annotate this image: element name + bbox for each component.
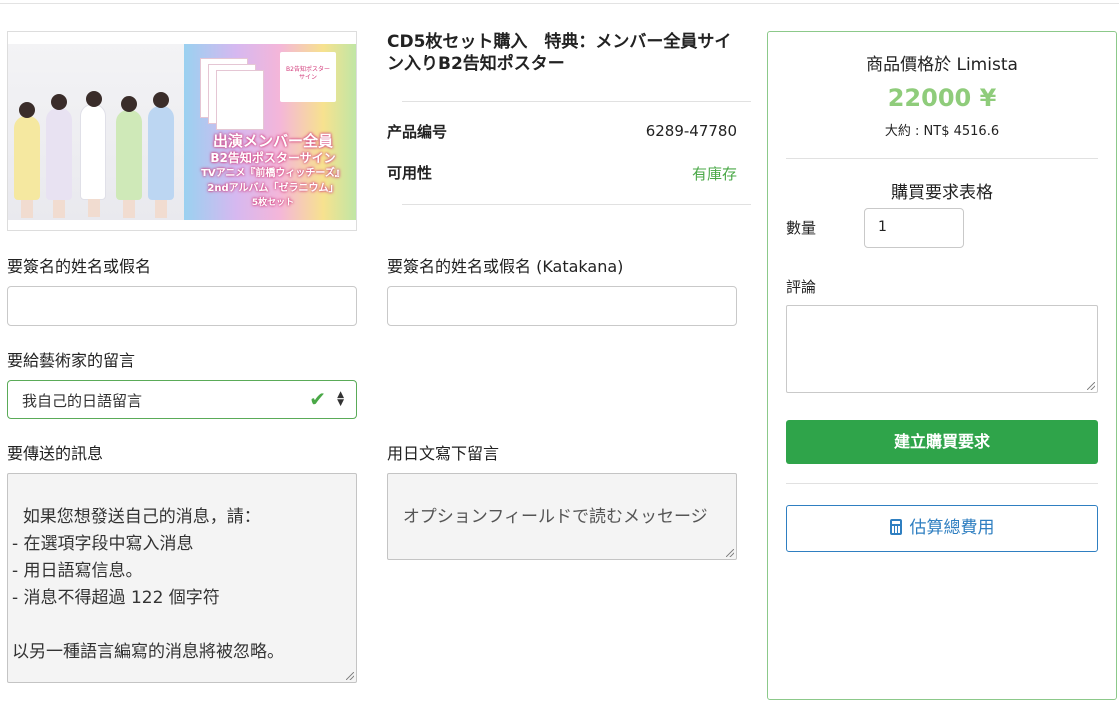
panel-divider — [786, 158, 1098, 159]
comment-textarea[interactable] — [786, 305, 1098, 393]
comment-label: 評論 — [786, 278, 817, 296]
quantity-label: 數量 — [786, 219, 817, 237]
product-code-value: 6289-47780 — [645, 122, 737, 140]
top-divider — [0, 3, 1119, 4]
product-image: B2告知ポスター サイン 出演メンバー全員 B2告知ポスターサイン TVアニメ『… — [7, 31, 357, 231]
select-arrows-icon: ▲ ▼ — [337, 390, 344, 408]
purchase-panel: 商品價格於 Limista 22000 ¥ 大約 : NT$ 4516.6 購買… — [767, 31, 1117, 700]
japanese-message-textarea[interactable]: オプションフィールドで読むメッセージ — [387, 473, 737, 560]
member-photo — [8, 44, 184, 220]
product-title: CD5枚セット購入 特典：メンバー全員サイン入りB2告知ポスター — [387, 32, 732, 74]
name-label: 要簽名的姓名或假名 — [7, 257, 152, 276]
purchase-form-title: 購買要求表格 — [891, 183, 993, 203]
quantity-input[interactable]: 1 — [864, 208, 964, 248]
name-katakana-label: 要簽名的姓名或假名 (Katakana) — [387, 257, 624, 276]
approx-price: 大約 : NT$ 4516.6 — [884, 124, 1000, 139]
availability-label: 可用性 — [387, 164, 433, 182]
resize-handle-icon[interactable] — [726, 549, 734, 557]
check-icon: ✔ — [309, 387, 326, 411]
image-banner-text: 出演メンバー全員 B2告知ポスターサイン TVアニメ『前橋ウィッチーズ』 2nd… — [201, 132, 345, 208]
info-divider-bottom — [402, 204, 751, 205]
price-title: 商品價格於 Limista — [866, 55, 1018, 75]
price-value: 22000 ¥ — [887, 84, 997, 112]
estimate-total-button[interactable]: 估算總費用 — [786, 505, 1098, 552]
message-type-select[interactable]: 我自己的日語留言 ✔ ▲ ▼ — [7, 380, 357, 419]
message-textarea[interactable]: 如果您想發送自己的消息，請： - 在選項字段中寫入消息 - 用日語寫信息。 - … — [7, 473, 357, 683]
name-katakana-input[interactable] — [387, 286, 737, 326]
info-divider-top — [402, 101, 751, 102]
estimate-total-label: 估算總費用 — [909, 518, 995, 538]
availability-value: 有庫存 — [691, 165, 737, 183]
calculator-icon — [889, 519, 902, 535]
resize-handle-icon[interactable] — [346, 672, 354, 680]
resize-handle-icon[interactable] — [1087, 382, 1095, 390]
message-text: 如果您想發送自己的消息，請： - 在選項字段中寫入消息 - 用日語寫信息。 - … — [12, 507, 284, 662]
message-type-label: 要給藝術家的留言 — [7, 351, 136, 370]
japanese-message-label: 用日文寫下留言 — [387, 444, 500, 463]
product-code-label: 产品编号 — [387, 123, 448, 141]
name-input[interactable] — [7, 286, 357, 326]
japanese-message-placeholder: オプションフィールドで読むメッセージ — [402, 507, 708, 527]
poster-thumbnail: B2告知ポスター サイン — [280, 52, 336, 102]
message-label: 要傳送的訊息 — [7, 444, 104, 463]
create-purchase-request-button[interactable]: 建立購買要求 — [786, 420, 1098, 464]
message-type-selected: 我自己的日語留言 — [22, 392, 143, 410]
panel-divider-bottom — [786, 483, 1098, 484]
